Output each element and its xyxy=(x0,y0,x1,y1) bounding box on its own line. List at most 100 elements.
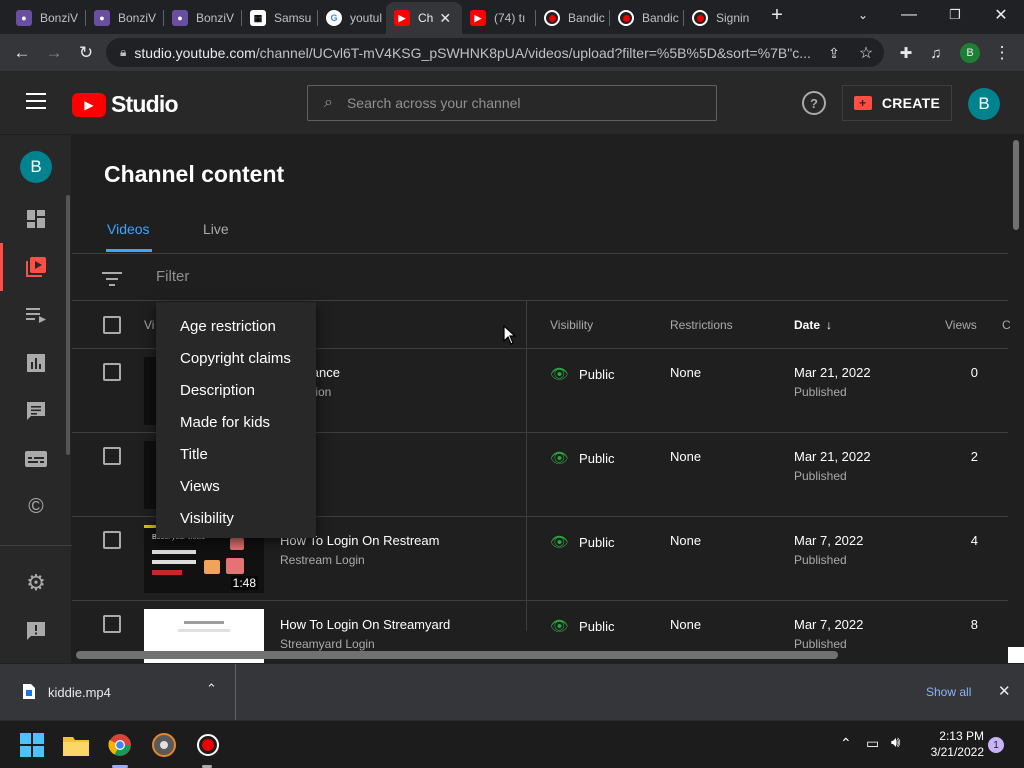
tab-videos[interactable]: Videos xyxy=(107,221,150,237)
media-control-icon[interactable]: ♫ xyxy=(922,39,950,67)
restore-button[interactable]: ❐ xyxy=(932,0,978,30)
publish-status: Published xyxy=(794,553,847,567)
visibility-status[interactable]: 👁︎ Public xyxy=(550,449,614,467)
browser-tab[interactable]: ● BonziV xyxy=(8,2,86,34)
column-video[interactable]: Vi xyxy=(144,318,154,332)
browser-tab[interactable]: Signin xyxy=(684,2,758,34)
taskbar-clock[interactable]: 2:13 PM 3/21/2022 xyxy=(920,729,984,759)
hamburger-menu-icon[interactable] xyxy=(26,93,46,109)
sidebar-item-comments[interactable] xyxy=(0,387,72,435)
menu-item-copyright-claims[interactable]: Copyright claims xyxy=(156,342,316,374)
browser-menu-icon[interactable]: ⋮ xyxy=(988,39,1016,67)
vertical-scroll-thumb[interactable] xyxy=(1013,140,1019,230)
sidebar-item-dashboard[interactable] xyxy=(0,195,72,243)
browser-tab[interactable]: ● BonziV xyxy=(164,2,242,34)
visibility-status[interactable]: 👁︎ Public xyxy=(550,533,614,551)
column-restrictions[interactable]: Restrictions xyxy=(670,318,733,332)
browser-tab-active[interactable]: ▶ Ch ✕ xyxy=(386,2,462,34)
sidebar-item-subtitles[interactable] xyxy=(0,435,72,483)
forward-button[interactable]: → xyxy=(40,39,68,67)
menu-item-description[interactable]: Description xyxy=(156,374,316,406)
search-input[interactable] xyxy=(346,95,677,111)
extensions-puzzle-icon[interactable]: ✚ xyxy=(892,39,920,67)
reload-button[interactable]: ↻ xyxy=(72,39,100,67)
page-title: Channel content xyxy=(104,161,285,187)
column-visibility[interactable]: Visibility xyxy=(550,318,593,332)
tab-search-icon[interactable]: ⌄ xyxy=(840,0,886,30)
back-button[interactable]: ← xyxy=(8,39,36,67)
filter-icon[interactable] xyxy=(102,272,122,286)
channel-avatar[interactable]: B xyxy=(20,151,52,183)
visibility-status[interactable]: 👁︎ Public xyxy=(550,365,614,383)
scroll-corner xyxy=(1008,647,1024,663)
column-comments[interactable]: C xyxy=(1002,318,1011,332)
show-all-downloads-link[interactable]: Show all xyxy=(926,685,971,699)
close-download-bar-icon[interactable]: ✕ xyxy=(998,682,1011,700)
network-icon[interactable]: ▭ xyxy=(866,735,879,752)
file-icon xyxy=(23,684,35,699)
sidebar-item-analytics[interactable] xyxy=(0,339,72,387)
file-explorer-icon[interactable] xyxy=(60,729,92,761)
windows-start-icon[interactable] xyxy=(16,729,48,761)
column-date[interactable]: Date ↓ xyxy=(794,318,832,332)
sidebar-item-feedback[interactable] xyxy=(0,607,72,655)
browser-tab[interactable]: Bandic xyxy=(536,2,610,34)
sidebar-item-playlists[interactable] xyxy=(0,291,72,339)
profile-avatar[interactable]: B xyxy=(956,39,984,67)
address-bar[interactable]: 🔒︎ studio.youtube.com/channel/UCvl6T-mV4… xyxy=(106,38,884,67)
create-button[interactable]: + CREATE xyxy=(842,85,952,121)
content-icon xyxy=(26,257,46,277)
horizontal-scrollbar[interactable] xyxy=(72,647,1008,663)
row-checkbox[interactable] xyxy=(103,615,121,633)
share-icon[interactable]: ⇪ xyxy=(820,39,848,67)
show-hidden-icons-chevron[interactable]: ⌃ xyxy=(840,735,852,752)
minimize-button[interactable]: — xyxy=(886,0,932,30)
copyright-icon: © xyxy=(28,495,44,518)
help-icon[interactable]: ? xyxy=(802,91,826,115)
video-title[interactable]: How To Login On Streamyard xyxy=(280,617,450,632)
sidebar-item-settings[interactable]: ⚙ xyxy=(0,559,72,607)
visibility-status[interactable]: 👁︎ Public xyxy=(550,617,614,635)
download-bar: kiddie.mp4 ⌃ Show all ✕ xyxy=(0,663,1024,720)
column-views[interactable]: Views xyxy=(945,318,977,332)
browser-toolbar: ← → ↻ 🔒︎ studio.youtube.com/channel/UCvl… xyxy=(0,34,1024,71)
download-options-chevron-icon[interactable]: ⌃ xyxy=(206,681,217,697)
views-value: 8 xyxy=(970,617,978,632)
volume-icon[interactable]: 🔊︎ xyxy=(891,734,900,751)
select-all-checkbox[interactable] xyxy=(103,316,121,334)
sidebar-scrollbar[interactable] xyxy=(66,195,70,455)
download-item[interactable]: kiddie.mp4 ⌃ xyxy=(0,664,236,720)
download-filename: kiddie.mp4 xyxy=(48,685,111,700)
menu-item-title[interactable]: Title xyxy=(156,438,316,470)
horizontal-scroll-thumb[interactable] xyxy=(76,651,838,659)
menu-item-made-for-kids[interactable]: Made for kids xyxy=(156,406,316,438)
notification-badge[interactable]: 1 xyxy=(988,737,1004,753)
row-checkbox[interactable] xyxy=(103,363,121,381)
record-icon xyxy=(618,10,634,26)
tab-live[interactable]: Live xyxy=(203,221,229,237)
sidebar-item-content[interactable] xyxy=(0,243,72,291)
menu-item-age-restriction[interactable]: Age restriction xyxy=(156,310,316,342)
sidebar-item-copyright[interactable]: © xyxy=(0,483,72,531)
close-tab-icon[interactable]: ✕ xyxy=(439,10,451,27)
new-tab-button[interactable]: + xyxy=(758,0,796,30)
browser-tab[interactable]: ▦ Samsu xyxy=(242,2,318,34)
menu-item-visibility[interactable]: Visibility xyxy=(156,502,316,534)
channel-search-box[interactable]: ⌕ xyxy=(307,85,717,121)
studio-logo[interactable]: ▶ Studio xyxy=(72,91,179,118)
browser-tab[interactable]: ▶ (74) tı xyxy=(462,2,536,34)
close-window-button[interactable]: ✕ xyxy=(978,0,1024,30)
browser-tab[interactable]: ● BonziV xyxy=(86,2,164,34)
account-avatar[interactable]: B xyxy=(968,88,1000,120)
row-checkbox[interactable] xyxy=(103,447,121,465)
bandicam-record-icon[interactable] xyxy=(192,729,224,761)
row-checkbox[interactable] xyxy=(103,531,121,549)
browser-tab[interactable]: G youtul xyxy=(318,2,386,34)
filter-input[interactable] xyxy=(156,268,656,285)
media-player-icon[interactable] xyxy=(148,729,180,761)
bookmark-star-icon[interactable]: ☆ xyxy=(852,39,880,67)
chrome-icon[interactable] xyxy=(104,729,136,761)
browser-tab[interactable]: Bandic xyxy=(610,2,684,34)
menu-item-views[interactable]: Views xyxy=(156,470,316,502)
date-value: Mar 7, 2022 xyxy=(794,533,864,548)
